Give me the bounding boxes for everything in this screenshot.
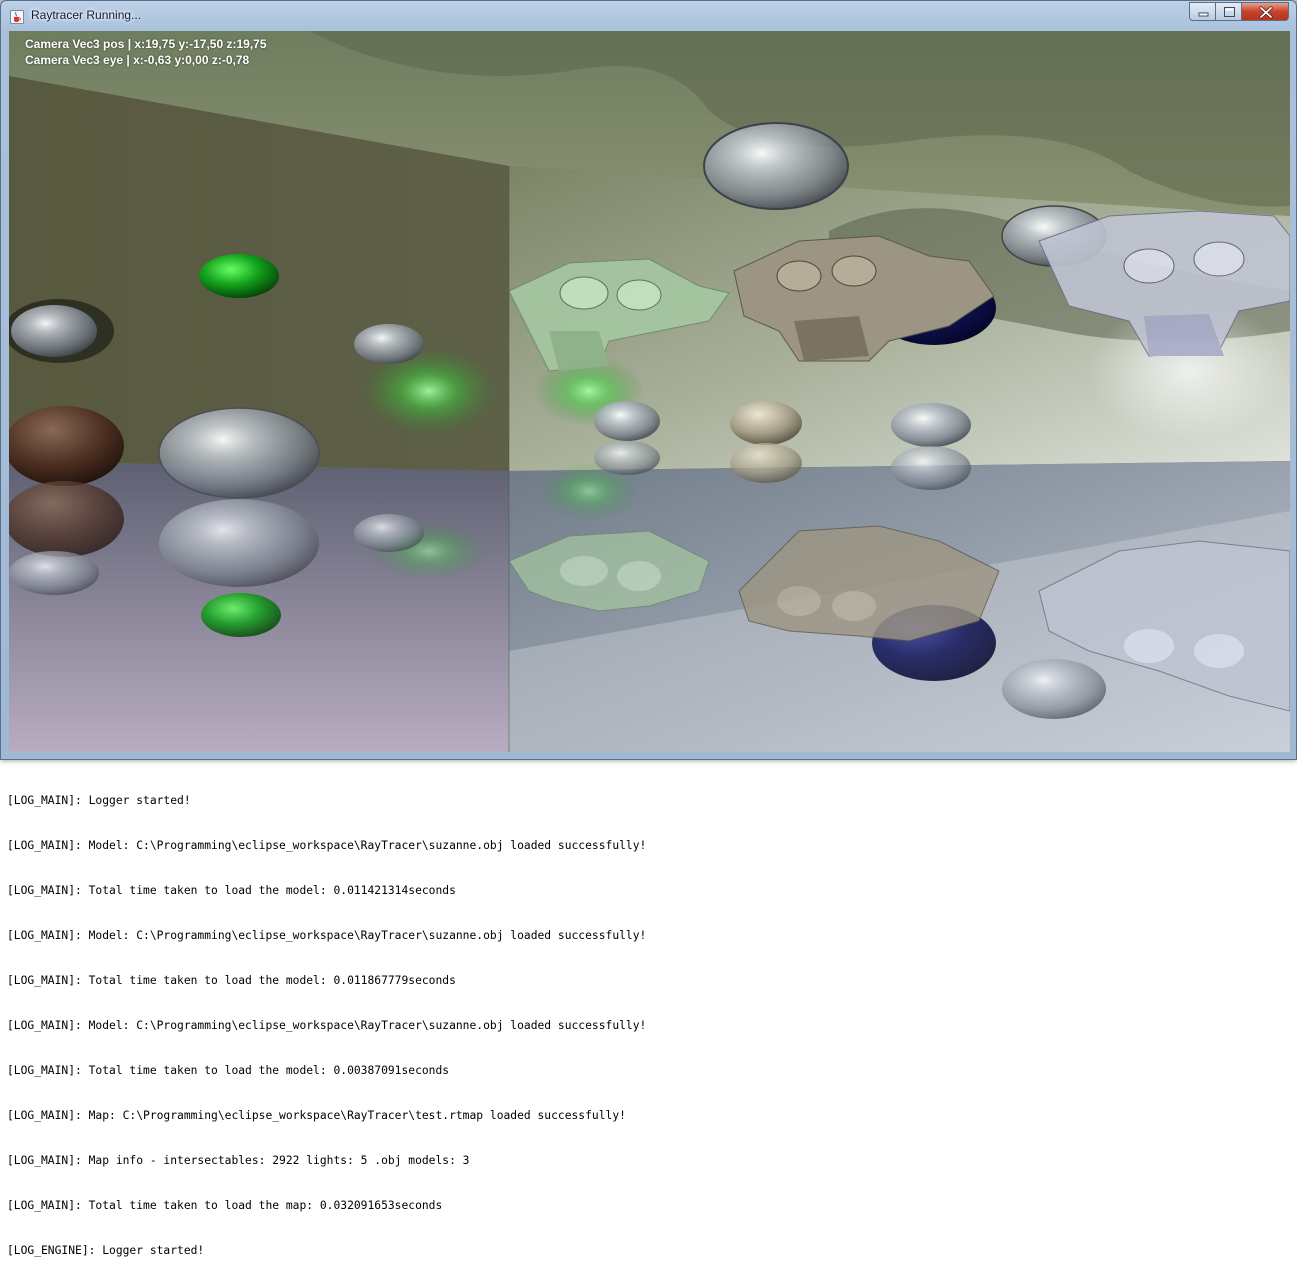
close-button[interactable]	[1241, 2, 1289, 21]
camera-hud: Camera Vec3 pos | x:19,75 y:-17,50 z:19,…	[25, 36, 267, 68]
log-line: [LOG_MAIN]: Total time taken to load the…	[7, 974, 456, 987]
console-log[interactable]: [LOG_MAIN]: Logger started! [LOG_MAIN]: …	[7, 763, 1287, 1288]
camera-eye-readout: Camera Vec3 eye | x:-0,63 y:0,00 z:-0,78	[25, 53, 250, 67]
log-line: [LOG_MAIN]: Logger started!	[7, 794, 191, 807]
log-line: [LOG_MAIN]: Model: C:\Programming\eclips…	[7, 1019, 647, 1032]
raytracer-window[interactable]: Raytracer Running... Camera Vec3 pos | x…	[0, 0, 1297, 760]
log-line: [LOG_MAIN]: Model: C:\Programming\eclips…	[7, 839, 647, 852]
title-bar[interactable]: Raytracer Running...	[1, 1, 1296, 31]
log-line: [LOG_ENGINE]: Logger started!	[7, 1244, 205, 1257]
java-cup-icon[interactable]	[10, 9, 24, 24]
window-title: Raytracer Running...	[31, 8, 142, 22]
minimize-icon	[1198, 12, 1209, 17]
log-line: [LOG_MAIN]: Total time taken to load the…	[7, 1064, 450, 1077]
log-line: [LOG_MAIN]: Total time taken to load the…	[7, 1199, 443, 1212]
log-line: [LOG_MAIN]: Model: C:\Programming\eclips…	[7, 929, 647, 942]
log-line: [LOG_MAIN]: Map info - intersectables: 2…	[7, 1154, 470, 1167]
maximize-button[interactable]	[1215, 2, 1242, 21]
raytraced-scene	[9, 31, 1290, 752]
close-icon	[1259, 6, 1273, 19]
render-viewport[interactable]: Camera Vec3 pos | x:19,75 y:-17,50 z:19,…	[9, 31, 1290, 752]
maximize-icon	[1224, 7, 1235, 17]
minimize-button[interactable]	[1189, 2, 1216, 21]
log-line: [LOG_MAIN]: Total time taken to load the…	[7, 884, 456, 897]
camera-position-readout: Camera Vec3 pos | x:19,75 y:-17,50 z:19,…	[25, 37, 267, 51]
log-line: [LOG_MAIN]: Map: C:\Programming\eclipse_…	[7, 1109, 626, 1122]
